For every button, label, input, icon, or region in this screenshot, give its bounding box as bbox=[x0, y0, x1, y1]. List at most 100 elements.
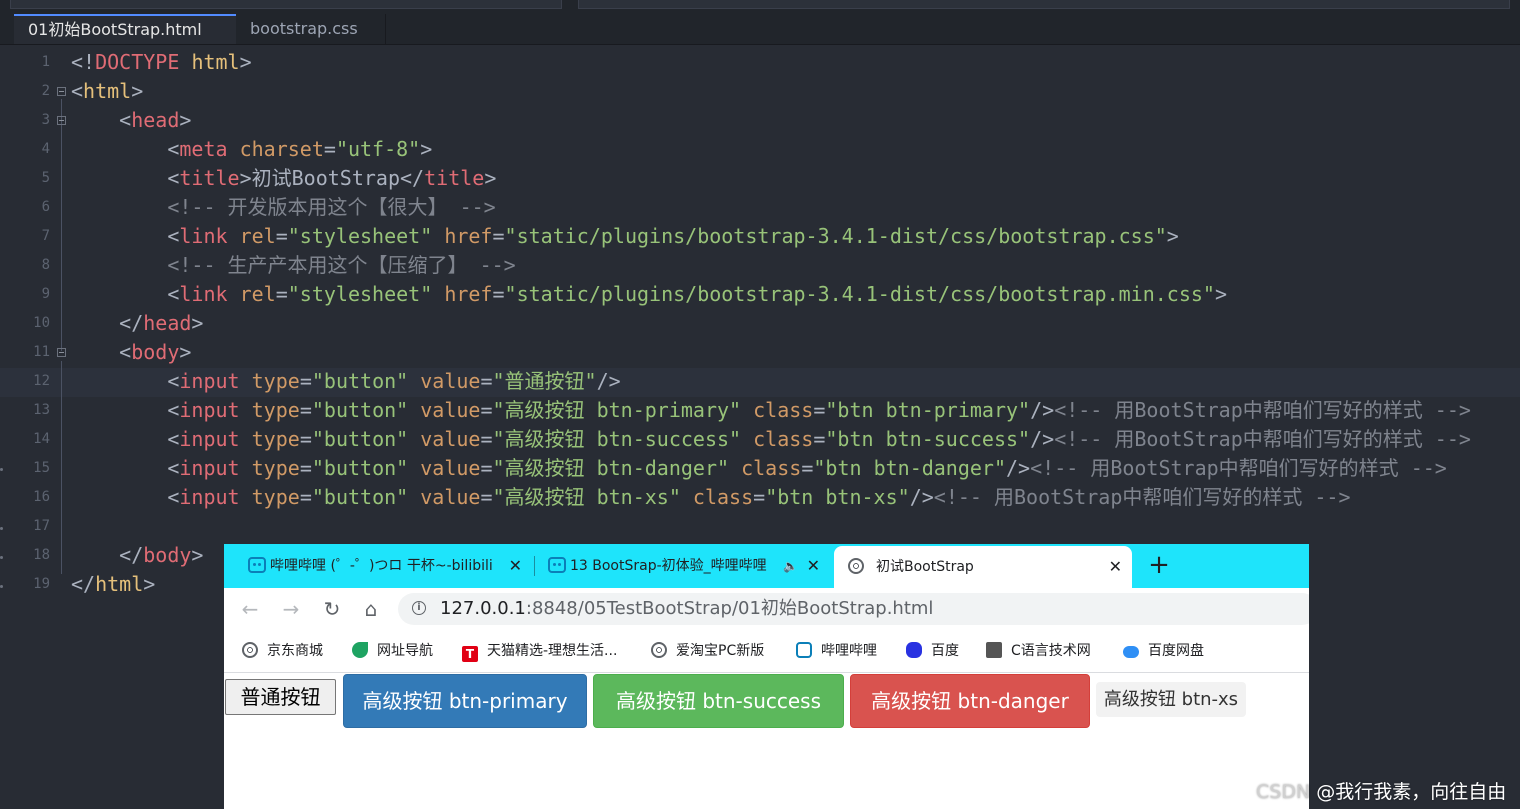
bookmark-aitaobao[interactable]: 爱淘宝PC新版 bbox=[651, 630, 764, 672]
bilibili-icon bbox=[248, 557, 266, 573]
code-line[interactable]: <!DOCTYPE html> bbox=[71, 48, 252, 77]
bookmark-baidu[interactable]: 百度 bbox=[906, 630, 959, 672]
line-number: 19 bbox=[33, 576, 50, 592]
code-token: "btn btn-danger" bbox=[813, 456, 1007, 480]
cloud-icon bbox=[1123, 646, 1139, 658]
line-number: 7 bbox=[41, 228, 50, 244]
bookmark-hao123[interactable]: 网址导航 bbox=[352, 630, 433, 672]
fold-toggle-icon[interactable] bbox=[57, 348, 66, 357]
line-number: 16 bbox=[33, 489, 50, 505]
code-line[interactable]: <input type="button" value="高级按钮 btn-pri… bbox=[71, 396, 1471, 425]
code-line[interactable]: <!-- 生产产本用这个【压缩了】 --> bbox=[71, 251, 515, 280]
code-line[interactable]: <!-- 开发版本用这个【很大】 --> bbox=[71, 193, 495, 222]
globe-icon bbox=[242, 642, 258, 658]
browser-tab-bilibili-video[interactable]: 13 BootSrap-初体验_哔哩哔哩 🔈 ✕ bbox=[540, 544, 830, 588]
code-line[interactable]: <input type="button" value="高级按钮 btn-xs"… bbox=[71, 483, 1350, 512]
code-token: <!-- 用BootStrap中帮咱们写好的样式 --> bbox=[1054, 398, 1471, 422]
code-token: > bbox=[191, 311, 204, 335]
code-token: < bbox=[71, 369, 180, 393]
code-token: = bbox=[753, 485, 766, 509]
code-token: body bbox=[143, 543, 192, 567]
danger-button[interactable]: 高级按钮 btn-danger bbox=[850, 674, 1090, 728]
close-tab-icon[interactable]: ✕ bbox=[1109, 546, 1122, 588]
code-line[interactable]: </body> bbox=[71, 541, 203, 570]
plain-button[interactable]: 普通按钮 bbox=[225, 679, 336, 715]
forward-button[interactable]: → bbox=[277, 588, 305, 630]
code-line[interactable]: <input type="button" value="高级按钮 btn-dan… bbox=[71, 454, 1447, 483]
bookmark-bilibili[interactable]: 哔哩哔哩 bbox=[796, 630, 877, 672]
code-token: = bbox=[480, 427, 493, 451]
editor-tab-bootstrap-css[interactable]: bootstrap.css bbox=[236, 14, 386, 44]
code-token: type bbox=[251, 398, 300, 422]
page-content: 普通按钮 高级按钮 btn-primary 高级按钮 btn-success 高… bbox=[224, 673, 1309, 809]
bookmark-jd[interactable]: 京东商城 bbox=[242, 630, 323, 672]
browser-tab-bilibili-home[interactable]: 哔哩哔哩 (゜-゜)つロ 干杯~-bilibili ✕ bbox=[240, 544, 532, 588]
code-line[interactable]: </head> bbox=[71, 309, 203, 338]
primary-button[interactable]: 高级按钮 btn-primary bbox=[343, 674, 587, 728]
title-bar-segment bbox=[10, 0, 562, 9]
code-token: value bbox=[420, 398, 481, 422]
xs-button[interactable]: 高级按钮 btn-xs bbox=[1096, 682, 1246, 717]
code-line[interactable]: <title>初试BootStrap</title> bbox=[71, 164, 496, 193]
line-number: 5 bbox=[41, 170, 50, 186]
code-token: rel bbox=[239, 282, 276, 306]
code-line[interactable]: <body> bbox=[71, 338, 191, 367]
fold-toggle-icon[interactable] bbox=[57, 87, 66, 96]
code-line[interactable]: <html> bbox=[71, 77, 143, 106]
reload-button[interactable]: ↻ bbox=[318, 588, 346, 630]
code-token: "普通按钮" bbox=[492, 369, 597, 393]
code-token: = bbox=[299, 456, 312, 480]
code-token: < bbox=[71, 224, 180, 248]
close-tab-icon[interactable]: ✕ bbox=[807, 544, 820, 588]
code-token: = bbox=[480, 485, 493, 509]
code-token: "stylesheet" bbox=[287, 282, 433, 306]
breakpoint-marker bbox=[0, 468, 3, 471]
code-token: input bbox=[179, 427, 240, 451]
success-button[interactable]: 高级按钮 btn-success bbox=[593, 674, 844, 728]
code-token: class bbox=[741, 456, 802, 480]
code-token: rel bbox=[239, 224, 276, 248]
line-number: 17 bbox=[33, 518, 50, 534]
code-token: </ bbox=[71, 543, 144, 567]
close-tab-icon[interactable]: ✕ bbox=[509, 544, 522, 588]
home-button[interactable]: ⌂ bbox=[357, 588, 385, 630]
code-token: input bbox=[179, 485, 240, 509]
code-line[interactable]: </html> bbox=[71, 570, 155, 599]
bookmark-baidu-pan[interactable]: 百度网盘 bbox=[1123, 630, 1204, 672]
code-token: value bbox=[420, 485, 481, 509]
code-token: < bbox=[71, 340, 132, 364]
code-token: <! bbox=[71, 50, 96, 74]
site-info-icon[interactable]: i bbox=[412, 601, 426, 615]
code-token: < bbox=[71, 79, 84, 103]
back-button[interactable]: ← bbox=[236, 588, 264, 630]
bookmark-tmall[interactable]: T 天猫精选-理想生活... bbox=[462, 630, 617, 672]
address-bar[interactable]: i 127.0.0.1:8848/05TestBootStrap/01初始Boo… bbox=[398, 593, 1309, 625]
bookmark-c-language[interactable]: C语言技术网 bbox=[986, 630, 1091, 672]
code-line[interactable]: <meta charset="utf-8"> bbox=[71, 135, 432, 164]
code-token: < bbox=[71, 166, 180, 190]
code-line[interactable]: <link rel="stylesheet" href="static/plug… bbox=[71, 222, 1179, 251]
window-top-strip bbox=[0, 0, 1520, 14]
line-number: 13 bbox=[33, 402, 50, 418]
code-line[interactable]: <input type="button" value="高级按钮 btn-suc… bbox=[71, 425, 1471, 454]
code-token: = bbox=[492, 282, 505, 306]
fold-toggle-icon[interactable] bbox=[57, 116, 66, 125]
new-tab-button[interactable]: + bbox=[1144, 544, 1174, 588]
code-line[interactable]: <input type="button" value="普通按钮"/> bbox=[71, 367, 620, 396]
code-line[interactable]: <head> bbox=[71, 106, 191, 135]
code-token: = bbox=[275, 282, 288, 306]
code-token: < bbox=[71, 398, 180, 422]
code-token: html bbox=[83, 79, 132, 103]
editor-tab-01-html[interactable]: 01初始BootStrap.html bbox=[14, 14, 236, 44]
code-token: type bbox=[251, 456, 300, 480]
code-token: meta bbox=[179, 137, 228, 161]
line-number: 2 bbox=[41, 83, 50, 99]
code-line[interactable]: <link rel="stylesheet" href="static/plug… bbox=[71, 280, 1227, 309]
browser-tab-active[interactable]: 初试BootStrap ✕ bbox=[834, 546, 1132, 588]
speaker-icon[interactable]: 🔈 bbox=[783, 544, 798, 588]
